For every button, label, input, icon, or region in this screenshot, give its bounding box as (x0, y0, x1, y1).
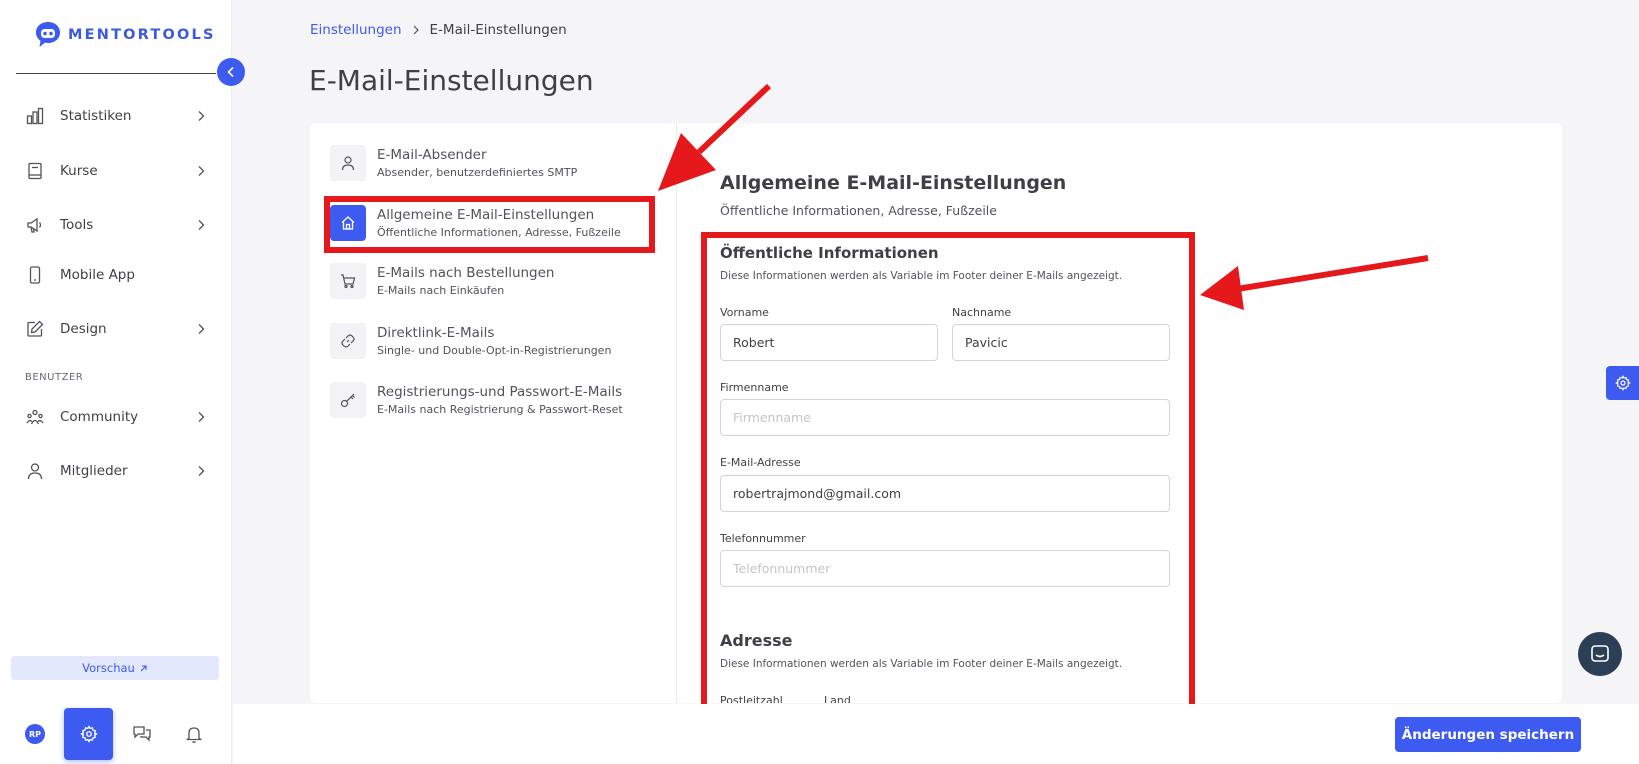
page-title: E-Mail-Einstellungen (309, 64, 594, 97)
pencil-icon (27, 320, 44, 337)
menu-icon-box (330, 382, 366, 418)
chat-bubbles-icon[interactable] (132, 724, 152, 744)
settings-menu-item-bestellungen[interactable]: E-Mails nach Bestellungen E-Mails nach E… (330, 263, 660, 309)
chevron-right-icon (413, 25, 419, 35)
sidebar-item-label: Kurse (60, 163, 98, 179)
chat-icon (1591, 645, 1609, 662)
annotation-highlight-menu (324, 196, 655, 253)
sidebar-item-label: Community (60, 409, 139, 425)
menu-item-title: Registrierungs-und Passwort-E-Mails (377, 384, 623, 400)
sidebar-item-label: Design (60, 321, 107, 337)
sidebar-section-label: BENUTZER (25, 372, 84, 383)
gear-icon (79, 725, 98, 743)
sidebar-item-mitglieder[interactable]: Mitglieder (26, 459, 206, 483)
menu-item-subtitle: Single- und Double-Opt-in-Registrierunge… (377, 344, 612, 357)
sidebar-bottom-bar: RP (0, 704, 232, 764)
user-icon (341, 156, 355, 171)
card-divider (676, 123, 677, 703)
brand-name: MENTORTOOLS (68, 27, 216, 43)
chevron-right-icon (198, 466, 205, 476)
cart-icon (341, 274, 356, 289)
chevron-right-icon (198, 220, 205, 230)
chevron-left-icon (227, 66, 234, 78)
chevron-right-icon (198, 111, 205, 121)
preview-button[interactable]: Vorschau (11, 656, 219, 680)
chat-widget-button[interactable] (1578, 632, 1622, 676)
collapse-sidebar-button[interactable] (217, 58, 245, 86)
menu-item-subtitle: Absender, benutzerdefiniertes SMTP (377, 166, 578, 179)
settings-side-tab[interactable] (1606, 366, 1639, 400)
smartphone-icon (29, 266, 41, 284)
menu-item-subtitle: E-Mails nach Einkäufen (377, 284, 505, 297)
sidebar-item-label: Tools (60, 217, 94, 233)
menu-item-title: Direktlink-E-Mails (377, 325, 495, 341)
gear-icon (1614, 375, 1631, 391)
section-subtitle: Öffentliche Informationen, Adresse, Fußz… (720, 203, 997, 218)
sidebar-item-tools[interactable]: Tools (26, 213, 206, 237)
menu-icon-box (330, 323, 366, 359)
sidebar-item-label: Mitglieder (60, 463, 128, 479)
bar-chart-icon (26, 107, 44, 125)
robot-logo-icon (36, 22, 60, 47)
megaphone-icon (27, 217, 42, 233)
menu-icon-box (330, 263, 366, 299)
sidebar-item-statistiken[interactable]: Statistiken (26, 104, 206, 128)
sidebar-item-label: Statistiken (60, 108, 132, 124)
breadcrumb: Einstellungen E-Mail-Einstellungen (310, 22, 567, 38)
save-button[interactable]: Änderungen speichern (1395, 717, 1581, 752)
breadcrumb-link-einstellungen[interactable]: Einstellungen (310, 22, 402, 38)
user-icon (27, 463, 43, 480)
sidebar-item-community[interactable]: Community (26, 405, 206, 429)
settings-menu-item-registrierung[interactable]: Registrierungs-und Passwort-E-Mails E-Ma… (330, 382, 660, 428)
menu-item-subtitle: E-Mails nach Registrierung & Passwort-Re… (377, 403, 623, 416)
preview-label: Vorschau (82, 661, 135, 675)
breadcrumb-current: E-Mail-Einstellungen (429, 22, 567, 38)
annotation-highlight-form (701, 232, 1195, 722)
chevron-right-icon (198, 166, 205, 176)
community-icon (26, 409, 44, 425)
settings-menu-item-absender[interactable]: E-Mail-Absender Absender, benutzerdefini… (330, 145, 660, 191)
sidebar-item-label: Mobile App (60, 267, 135, 283)
chevron-right-icon (198, 324, 205, 334)
avatar[interactable]: RP (25, 724, 45, 744)
sidebar: MENTORTOOLS Statistiken Kurse Tools Mobi… (0, 0, 232, 764)
section-title: Allgemeine E-Mail-Einstellungen (720, 172, 1067, 194)
menu-icon-box (330, 145, 366, 181)
sidebar-item-kurse[interactable]: Kurse (26, 159, 206, 183)
chevron-right-icon (198, 412, 205, 422)
settings-menu-item-direktlink[interactable]: Direktlink-E-Mails Single- und Double-Op… (330, 323, 660, 369)
menu-item-title: E-Mail-Absender (377, 147, 487, 163)
bell-icon[interactable] (184, 724, 204, 744)
link-icon (341, 334, 355, 348)
book-icon (28, 162, 42, 180)
key-icon (340, 393, 355, 408)
settings-button[interactable] (64, 708, 113, 760)
sidebar-item-design[interactable]: Design (26, 317, 206, 341)
sidebar-item-mobile-app[interactable]: Mobile App (26, 263, 206, 287)
external-link-icon (140, 664, 147, 671)
logo[interactable]: MENTORTOOLS (34, 20, 216, 50)
menu-item-title: E-Mails nach Bestellungen (377, 265, 555, 281)
logo-divider (16, 73, 216, 74)
